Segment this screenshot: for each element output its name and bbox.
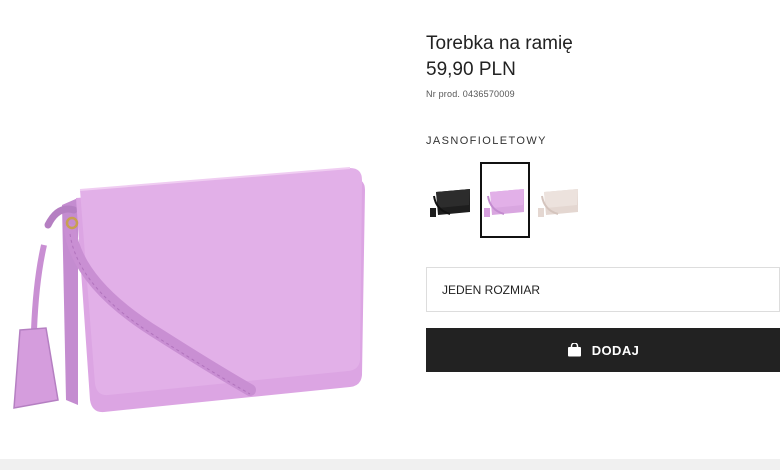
size-select-value: JEDEN ROZMIAR bbox=[442, 282, 541, 297]
product-title: Torebka na ramię bbox=[426, 33, 573, 54]
color-swatch-beige[interactable] bbox=[534, 162, 584, 238]
add-to-cart-button[interactable]: DODAJ bbox=[426, 328, 780, 372]
color-swatch-lilac[interactable] bbox=[480, 162, 530, 238]
color-swatch-black[interactable] bbox=[426, 162, 476, 238]
add-to-cart-label: DODAJ bbox=[591, 342, 640, 358]
beige-bag-swatch-icon bbox=[538, 189, 578, 217]
black-bag-swatch-icon bbox=[430, 189, 470, 217]
bottom-divider bbox=[0, 459, 780, 470]
shopping-bag-icon bbox=[567, 343, 582, 357]
product-image[interactable] bbox=[0, 150, 400, 420]
product-details: Torebka na ramię 59,90 PLN Nr prod. 0436… bbox=[426, 33, 780, 238]
size-select[interactable]: JEDEN ROZMIAR bbox=[426, 267, 780, 312]
lilac-bag-swatch-icon bbox=[484, 189, 524, 217]
product-price: 59,90 PLN bbox=[426, 59, 516, 80]
product-number: Nr prod. 0436570009 bbox=[426, 89, 515, 99]
color-swatches bbox=[426, 162, 780, 238]
selected-color-label: JASNOFIOLETOWY bbox=[426, 135, 547, 147]
